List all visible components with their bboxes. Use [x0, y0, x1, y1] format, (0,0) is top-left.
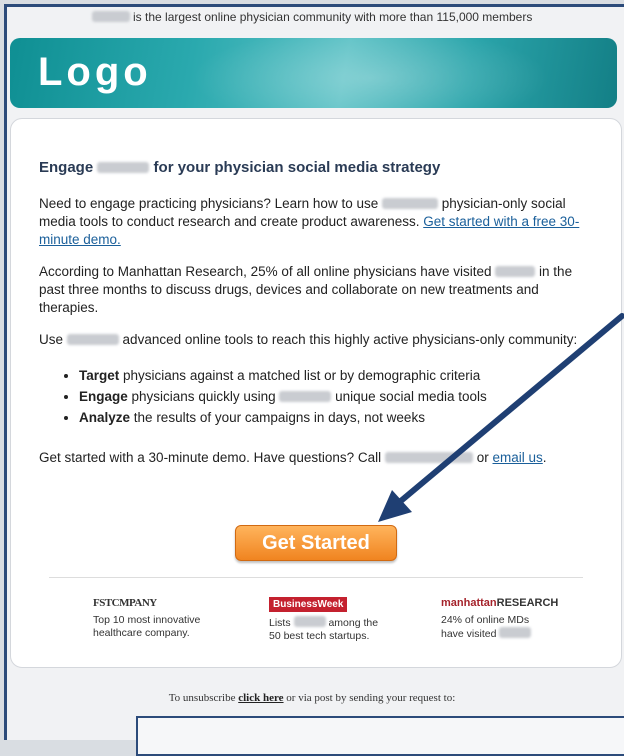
redacted-brand	[382, 198, 438, 209]
header-tagline: is the largest online physician communit…	[0, 10, 624, 24]
list-item: Engage physicians quickly using unique s…	[79, 388, 599, 406]
redacted-brand	[66, 334, 119, 345]
brand-banner: Logo	[10, 38, 617, 108]
fastcompany-logo: FSTCMPANY	[93, 597, 157, 609]
logo: Logo	[38, 50, 152, 94]
press-businessweek: BusinessWeek Lists among the 50 best tec…	[269, 597, 379, 642]
paragraph-tools: Use advanced online tools to reach this …	[39, 332, 578, 347]
redacted-brand	[97, 162, 150, 173]
content-body: Engage for your physician social media s…	[39, 159, 599, 481]
list-item: Analyze the results of your campaigns in…	[79, 409, 599, 427]
redacted-brand	[495, 266, 536, 277]
divider	[49, 577, 583, 578]
paragraph-research: According to Manhattan Research, 25% of …	[39, 264, 573, 315]
main-heading: Engage for your physician social media s…	[39, 159, 441, 176]
address-box	[136, 716, 624, 756]
redacted-brand	[279, 391, 332, 402]
redacted-brand	[499, 627, 532, 638]
manhattan-logo: manhattanRESEARCH	[441, 597, 559, 609]
email-us-link[interactable]: email us	[493, 450, 543, 465]
paragraph-intro: Need to engage practicing physicians? Le…	[39, 196, 580, 247]
redacted-brand	[293, 616, 326, 627]
content-card: Engage for your physician social media s…	[10, 118, 622, 668]
press-fastcompany: FSTCMPANY Top 10 most innovative healthc…	[93, 597, 243, 640]
paragraph-contact: Get started with a 30-minute demo. Have …	[39, 450, 547, 465]
redacted-phone	[384, 452, 473, 463]
redacted-brand	[91, 11, 130, 22]
businessweek-logo: BusinessWeek	[269, 597, 348, 612]
get-started-button[interactable]: Get Started	[235, 525, 397, 561]
unsubscribe-link[interactable]: click here	[238, 692, 283, 704]
cta-wrapper: Get Started	[11, 525, 621, 561]
list-item: Target physicians against a matched list…	[79, 367, 599, 385]
feature-list: Target physicians against a matched list…	[39, 367, 599, 427]
press-manhattan: manhattanRESEARCH 24% of online MDs have…	[441, 597, 591, 641]
footer: To unsubscribe click here or via post by…	[168, 692, 456, 704]
